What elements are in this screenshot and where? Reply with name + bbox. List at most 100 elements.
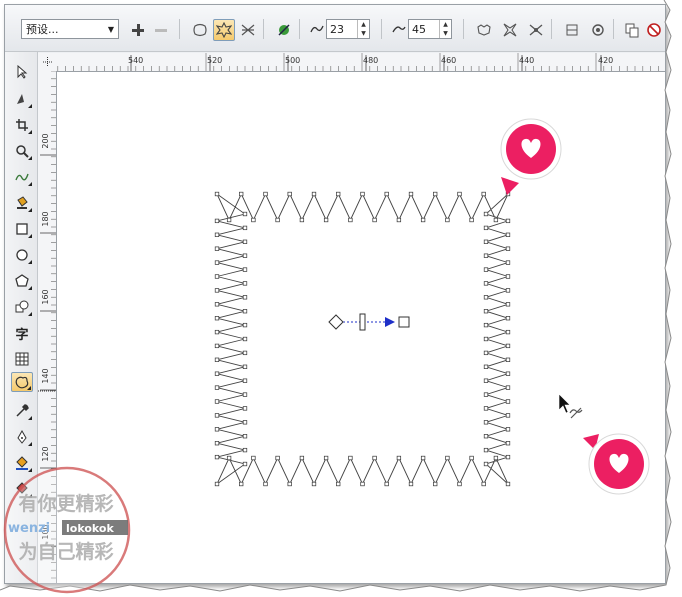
shape-node[interactable] (505, 385, 511, 390)
shape-node[interactable] (483, 253, 489, 258)
shape-node[interactable] (311, 481, 317, 487)
shape-node[interactable] (214, 357, 220, 362)
shape-node[interactable] (242, 225, 248, 231)
shape-node[interactable] (445, 217, 450, 223)
shape-node[interactable] (505, 399, 511, 404)
ruler-origin[interactable] (38, 53, 58, 72)
remove-preset-button[interactable] (150, 19, 172, 41)
shape-node[interactable] (483, 406, 489, 411)
shape-node[interactable] (505, 454, 511, 460)
shape-node[interactable] (493, 455, 499, 461)
shape-node[interactable] (420, 455, 426, 461)
freehand-tool[interactable] (11, 167, 33, 187)
shape-node[interactable] (384, 191, 389, 197)
eyedropper-tool[interactable] (11, 401, 33, 421)
roughen-direction-button-2[interactable] (499, 19, 521, 41)
spin-down-icon[interactable]: ▼ (358, 29, 369, 38)
shape-node[interactable] (408, 191, 414, 197)
shape-node[interactable] (483, 225, 489, 231)
shape-node[interactable] (483, 447, 489, 453)
shape-tool[interactable] (11, 89, 33, 109)
distorted-rectangle-shape[interactable] (214, 191, 511, 487)
shape-node[interactable] (239, 481, 244, 487)
shape-node[interactable] (242, 211, 248, 217)
smart-fill-tool[interactable] (11, 193, 33, 213)
clear-effect-button[interactable] (643, 19, 665, 41)
shape-node[interactable] (348, 217, 353, 223)
shape-node[interactable] (336, 191, 341, 197)
shape-node[interactable] (457, 191, 462, 197)
shape-node[interactable] (483, 281, 489, 286)
spin-up-icon[interactable]: ▲ (358, 20, 369, 29)
polygon-tool[interactable] (11, 271, 33, 291)
shape-node[interactable] (493, 217, 499, 223)
shape-node[interactable] (242, 434, 248, 439)
shape-node[interactable] (239, 191, 244, 197)
spin-down-icon[interactable]: ▼ (440, 29, 451, 38)
preset-dropdown[interactable]: 预设... ▼ (21, 19, 119, 39)
shape-node[interactable] (214, 385, 220, 390)
shape-node[interactable] (311, 191, 317, 197)
shape-node[interactable] (242, 336, 248, 342)
shape-node[interactable] (372, 455, 377, 461)
shape-node[interactable] (483, 461, 489, 467)
shape-node[interactable] (242, 253, 248, 258)
shape-node[interactable] (457, 481, 462, 487)
shape-node[interactable] (420, 217, 426, 223)
shape-node[interactable] (287, 191, 292, 197)
shape-node[interactable] (214, 316, 220, 321)
shape-node[interactable] (287, 481, 292, 487)
crop-tool[interactable] (11, 115, 33, 135)
zoom-tool[interactable] (11, 141, 33, 161)
shape-node[interactable] (214, 441, 220, 446)
roughen-direction-button-1[interactable] (473, 19, 495, 41)
shape-node[interactable] (242, 392, 248, 397)
shape-node[interactable] (372, 217, 377, 223)
shape-node[interactable] (505, 427, 511, 432)
shape-node[interactable] (360, 481, 365, 487)
shape-node[interactable] (483, 336, 489, 342)
zigzag-outline[interactable] (215, 192, 510, 486)
shape-node[interactable] (481, 481, 486, 487)
shape-node[interactable] (505, 441, 511, 446)
shape-node[interactable] (242, 267, 248, 272)
shape-node[interactable] (483, 350, 489, 356)
shape-node[interactable] (214, 232, 220, 237)
roughen-node-button-1[interactable] (561, 19, 583, 41)
shape-node[interactable] (505, 413, 511, 418)
shape-node[interactable] (214, 481, 220, 487)
shape-node[interactable] (483, 239, 489, 244)
shape-node[interactable] (505, 371, 511, 376)
distort-tool[interactable] (11, 372, 33, 392)
shape-node[interactable] (275, 217, 280, 223)
roughen-type-button-2[interactable] (213, 19, 235, 41)
shape-node[interactable] (505, 302, 511, 307)
shape-node[interactable] (242, 461, 248, 467)
horizontal-ruler[interactable]: 540 520 500 480 460 440 420 (49, 53, 665, 72)
shape-node[interactable] (348, 455, 353, 461)
shape-node[interactable] (505, 343, 511, 349)
shape-node[interactable] (469, 217, 474, 223)
smoothness-spinner[interactable]: 23 ▲ ▼ (326, 19, 370, 39)
shape-node[interactable] (214, 329, 220, 335)
shape-node[interactable] (384, 481, 389, 487)
outline-pen-tool[interactable] (11, 427, 33, 447)
shape-node[interactable] (323, 217, 329, 223)
shape-node[interactable] (214, 302, 220, 307)
shape-node[interactable] (214, 454, 220, 460)
shape-node[interactable] (299, 217, 305, 223)
shape-node[interactable] (275, 455, 280, 461)
text-tool[interactable]: 字 (11, 323, 33, 343)
shape-node[interactable] (226, 217, 232, 223)
node-count-spinner[interactable]: 45 ▲ ▼ (408, 19, 452, 39)
drawing-canvas[interactable] (57, 72, 665, 583)
roughen-node-button-2[interactable] (587, 19, 609, 41)
shape-node[interactable] (483, 295, 489, 300)
shape-node[interactable] (505, 316, 511, 321)
shape-node[interactable] (214, 413, 220, 418)
shape-node[interactable] (214, 218, 220, 224)
shape-node[interactable] (505, 329, 511, 335)
shape-node[interactable] (251, 455, 256, 461)
shape-node[interactable] (445, 455, 450, 461)
shape-node[interactable] (214, 427, 220, 432)
